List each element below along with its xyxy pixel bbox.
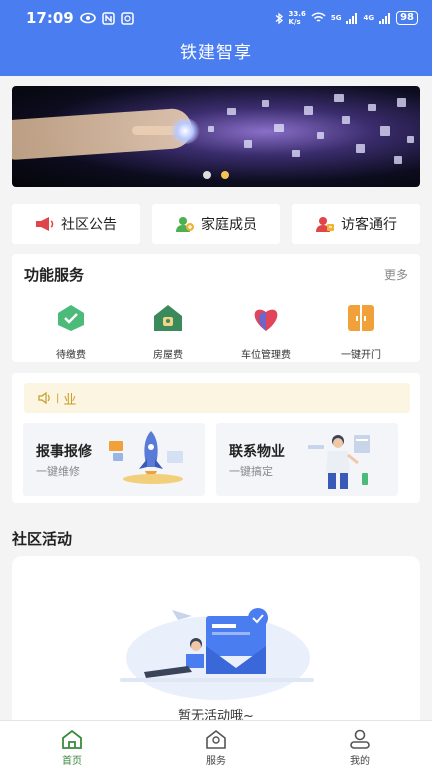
service-card-subtitle: 一键维修 <box>36 465 80 478</box>
bottom-tab-bar: 首页 服务 我的 <box>0 720 432 768</box>
status-left: 17:09 <box>26 9 134 27</box>
more-link[interactable]: 更多 <box>384 266 408 283</box>
service-card-subtitle: 一键搞定 <box>229 465 273 478</box>
contact-property-card[interactable]: 联系物业 一键搞定 <box>216 423 398 496</box>
alarm-icon <box>121 11 134 25</box>
section-title: 功能服务 <box>24 266 85 284</box>
service-item-label: 一键开门 <box>341 350 381 361</box>
quick-action-label: 家庭成员 <box>201 217 257 233</box>
community-activity-card: 暂无活动哦~ <box>12 556 420 736</box>
carousel-dot-active[interactable] <box>221 171 229 179</box>
tab-label: 首页 <box>62 756 82 767</box>
section-title: 社区活动 <box>12 530 73 548</box>
door-icon <box>348 305 374 331</box>
house-icon <box>154 305 182 331</box>
quick-action-family[interactable]: 家庭成员 <box>152 204 280 244</box>
service-item-parking-fee[interactable]: 车位管理费 <box>215 304 317 361</box>
tech-square <box>262 100 269 107</box>
network-speed: 33.6 K/s <box>289 10 306 26</box>
signal-bars-icon <box>379 12 391 24</box>
report-repair-card[interactable]: 报事报修 一键维修 <box>23 423 205 496</box>
tech-square <box>394 156 402 164</box>
tech-square <box>317 132 324 139</box>
profile-icon <box>350 729 370 749</box>
check-shield-icon <box>58 305 84 331</box>
service-item-label: 车位管理费 <box>241 350 291 361</box>
battery-indicator: 98 <box>396 11 418 25</box>
carousel-dot[interactable] <box>203 171 211 179</box>
service-item-house-fee[interactable]: 房屋费 <box>117 304 219 361</box>
heart-icon <box>254 309 278 331</box>
page-title: 铁建智享 <box>180 43 252 63</box>
megaphone-icon <box>36 217 54 231</box>
speaker-icon <box>38 392 50 404</box>
quick-action-label: 社区公告 <box>61 217 117 233</box>
carousel-indicator <box>12 171 420 179</box>
banner-carousel[interactable] <box>12 86 420 187</box>
service-item-pending-payment[interactable]: 待缴费 <box>20 304 122 361</box>
signal-bars-icon <box>346 12 358 24</box>
tech-square <box>304 106 313 115</box>
status-time: 17:09 <box>26 9 74 27</box>
eye-icon <box>79 12 96 24</box>
glow-illustration <box>170 118 200 144</box>
notice-bar[interactable]: | 业 <box>24 383 410 413</box>
network-speed-value: 33.6 <box>288 10 306 18</box>
tech-square <box>342 116 350 124</box>
service-item-label: 待缴费 <box>56 350 86 361</box>
quick-action-visitor[interactable]: 访客通行 <box>292 204 420 244</box>
person-illustration <box>308 435 370 489</box>
status-bar: 17:09 33.6 K/s 5G 4G 98 <box>0 0 432 36</box>
tech-square <box>397 98 406 107</box>
network-speed-unit: K/s <box>288 18 301 26</box>
tab-home[interactable]: 首页 <box>0 721 144 768</box>
tech-square <box>380 126 390 136</box>
quick-action-label: 访客通行 <box>341 217 397 233</box>
tech-square <box>208 126 214 132</box>
bluetooth-icon <box>275 12 283 24</box>
app-header: 17:09 33.6 K/s 5G 4G 98 铁建智享 <box>0 0 432 76</box>
visitor-pass-icon <box>316 217 334 232</box>
rocket-illustration <box>109 431 183 484</box>
family-member-icon <box>176 217 194 232</box>
tab-label: 我的 <box>350 756 370 767</box>
tech-square <box>292 150 300 157</box>
service-card-title: 报事报修 <box>36 444 92 460</box>
tech-square <box>356 144 365 153</box>
tech-square <box>407 136 414 143</box>
nfc-icon <box>102 11 115 25</box>
tech-square <box>274 124 284 132</box>
quick-action-notice[interactable]: 社区公告 <box>12 204 140 244</box>
tech-square <box>227 108 236 115</box>
service-icon <box>206 729 226 749</box>
tech-square <box>368 104 376 111</box>
signal-4g-label: 4G <box>363 14 375 22</box>
wifi-icon <box>311 12 326 22</box>
property-services-card: | 业 报事报修 一键维修 联系物业 一键搞定 <box>12 373 420 503</box>
notice-text: 业 <box>63 392 77 408</box>
tech-square <box>244 140 252 148</box>
service-card-title: 联系物业 <box>229 444 285 460</box>
tab-service[interactable]: 服务 <box>144 721 288 768</box>
home-icon <box>62 729 82 749</box>
service-item-label: 房屋费 <box>153 350 183 361</box>
function-services-card: 功能服务 更多 待缴费 房屋费 车位管理费 一键开门 <box>12 254 420 362</box>
tab-label: 服务 <box>206 756 226 767</box>
tech-square <box>334 94 344 102</box>
signal-5g-label: 5G <box>330 14 342 22</box>
tab-profile[interactable]: 我的 <box>288 721 432 768</box>
status-right: 33.6 K/s 5G 4G 98 <box>275 10 418 26</box>
empty-state-illustration <box>120 608 314 700</box>
notice-partial-glyph: | <box>56 392 60 404</box>
service-item-open-door[interactable]: 一键开门 <box>310 304 412 361</box>
